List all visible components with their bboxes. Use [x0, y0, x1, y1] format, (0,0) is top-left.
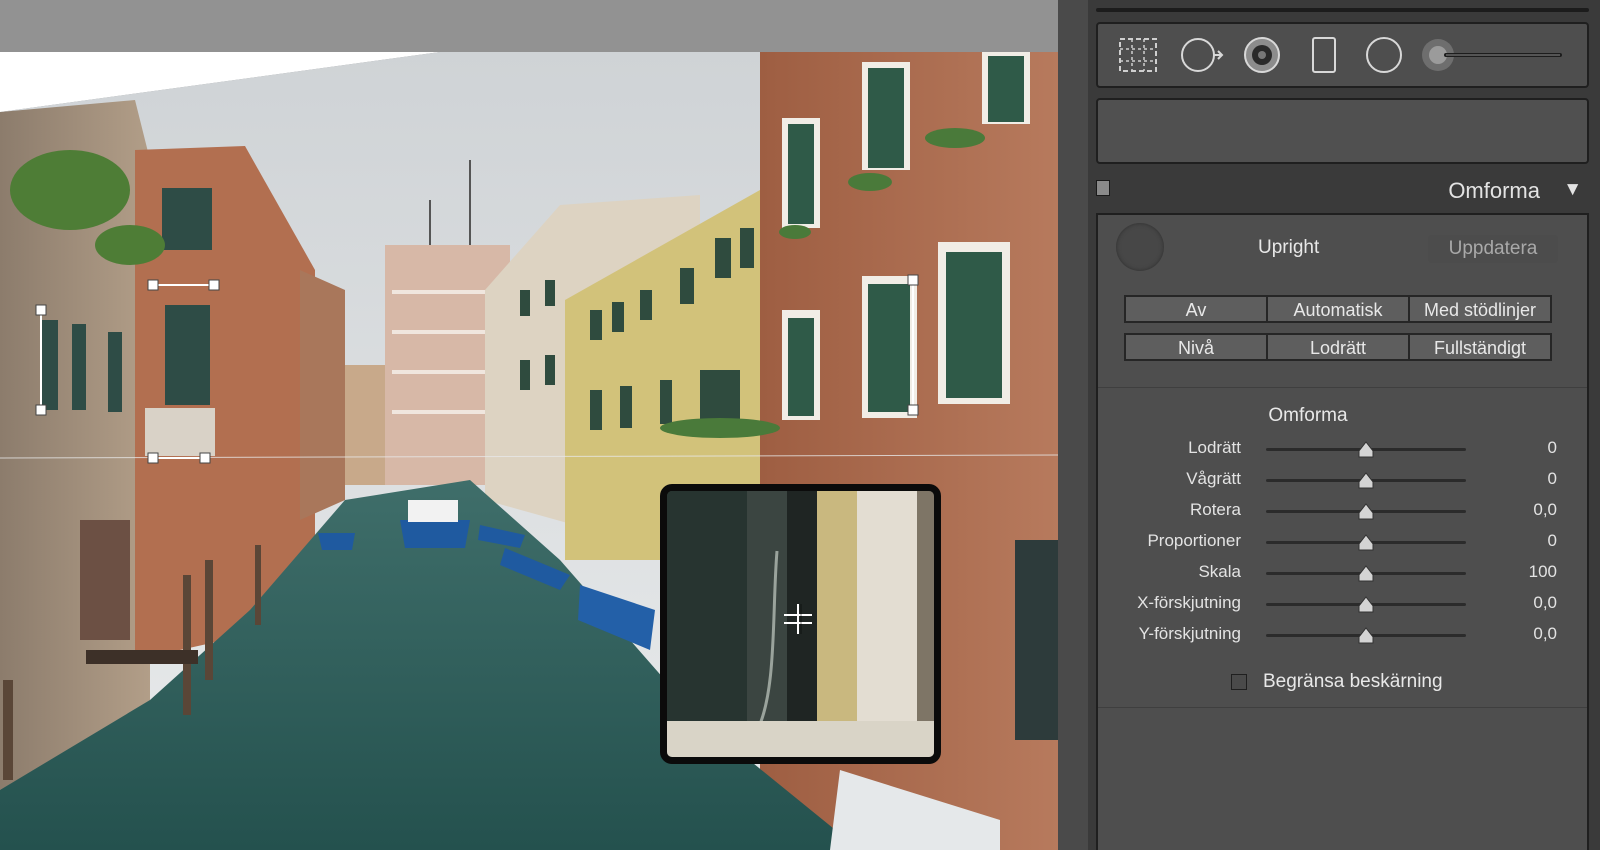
slider-value[interactable]: 0: [1548, 531, 1557, 551]
slider-row: Vågrätt 0: [1098, 468, 1587, 494]
panel-top-divider: [1096, 8, 1589, 12]
slider-row: Proportioner 0: [1098, 530, 1587, 556]
slider-row: Skala 100: [1098, 561, 1587, 587]
limit-crop-checkbox[interactable]: [1231, 674, 1247, 690]
panel-divider[interactable]: [1058, 0, 1088, 850]
limit-crop-label[interactable]: Begränsa beskärning: [1263, 671, 1443, 693]
slider-label: Lodrätt: [1188, 438, 1241, 457]
slider-value[interactable]: 0,0: [1533, 500, 1557, 520]
slider-value[interactable]: 100: [1529, 562, 1557, 582]
slider-row: Lodrätt 0: [1098, 437, 1587, 463]
slider-value[interactable]: 0,0: [1533, 624, 1557, 644]
sliders-title: Omforma: [1268, 405, 1348, 426]
slider-label: Skala: [1198, 562, 1241, 581]
upright-mode-row-2: Nivå Lodrätt Fullständigt: [1124, 333, 1552, 361]
upright-auto-button[interactable]: Automatisk: [1266, 295, 1410, 323]
loupe-magnifier: [660, 484, 941, 764]
slider-label: Vågrätt: [1186, 469, 1241, 488]
upright-level-button[interactable]: Nivå: [1124, 333, 1268, 361]
upright-label: Upright: [1258, 237, 1320, 258]
transform-section-header[interactable]: Omforma ▼: [1088, 170, 1600, 212]
divider: [1098, 387, 1587, 388]
red-eye-icon[interactable]: [1240, 35, 1284, 75]
transform-panel-body: Upright Uppdatera Av Automatisk Med stöd…: [1096, 213, 1589, 850]
tool-strip: [1096, 22, 1589, 88]
tool-options-area: [1096, 98, 1589, 164]
slider-value[interactable]: 0,0: [1533, 593, 1557, 613]
crop-overlay-icon[interactable]: [1116, 35, 1160, 75]
slider-label: X-förskjutning: [1137, 593, 1241, 612]
photo-canvas[interactable]: [0, 0, 1058, 850]
upright-guided-button[interactable]: Med stödlinjer: [1408, 295, 1552, 323]
slider-row: Y-förskjutning 0,0: [1098, 623, 1587, 649]
upright-toggle-icon[interactable]: [1116, 223, 1164, 271]
upright-off-button[interactable]: Av: [1124, 295, 1268, 323]
slider-value[interactable]: 0: [1548, 438, 1557, 458]
graduated-filter-icon[interactable]: [1302, 35, 1346, 75]
spot-removal-icon[interactable]: [1180, 35, 1224, 75]
slider-row: Rotera 0,0: [1098, 499, 1587, 525]
collapse-triangle-icon[interactable]: ▼: [1563, 179, 1582, 201]
upright-full-button[interactable]: Fullständigt: [1408, 333, 1552, 361]
upright-mode-row-1: Av Automatisk Med stödlinjer: [1124, 295, 1552, 323]
slider-label: Y-förskjutning: [1138, 624, 1241, 643]
panel-switch-icon[interactable]: [1096, 180, 1110, 196]
slider-label: Rotera: [1189, 500, 1241, 519]
slider-row: X-förskjutning 0,0: [1098, 592, 1587, 618]
slider-label: Proportioner: [1147, 531, 1241, 550]
slider-value[interactable]: 0: [1548, 469, 1557, 489]
section-title[interactable]: Omforma: [1448, 178, 1540, 204]
adjustment-brush-icon[interactable]: [1420, 35, 1570, 75]
divider: [1098, 707, 1587, 708]
develop-right-panel: Omforma ▼ Upright Uppdatera Av Automatis…: [1088, 0, 1600, 850]
upright-vertical-button[interactable]: Lodrätt: [1266, 333, 1410, 361]
update-button[interactable]: Uppdatera: [1428, 235, 1558, 263]
radial-filter-icon[interactable]: [1362, 35, 1406, 75]
